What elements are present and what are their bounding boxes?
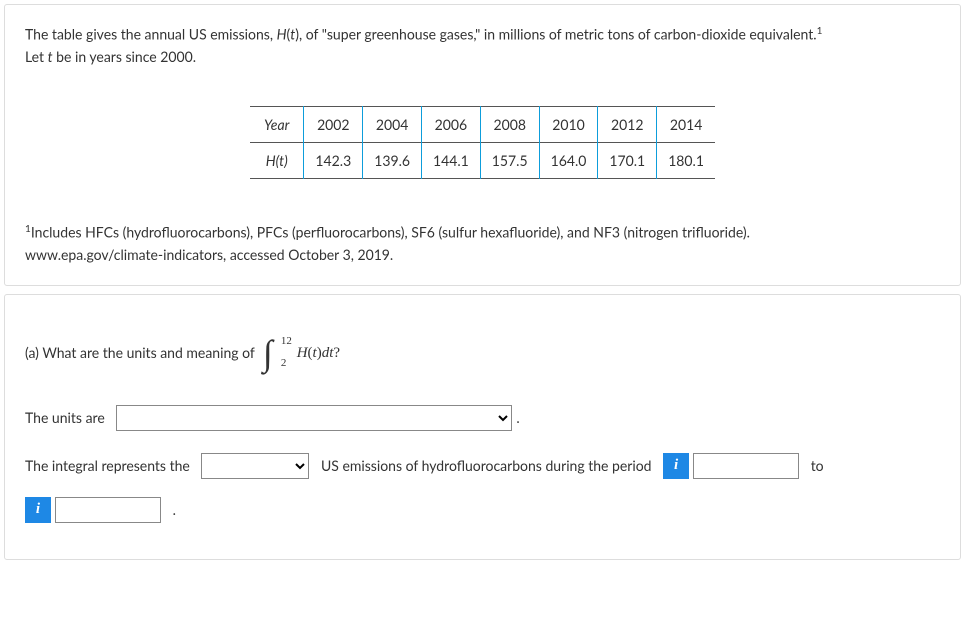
table-cell: 2006 bbox=[422, 107, 481, 143]
integral-icon: ∫ bbox=[263, 335, 273, 371]
table-cell: 2014 bbox=[657, 107, 715, 143]
table-cell: 2002 bbox=[304, 107, 363, 143]
meaning-row: The integral represents the US emissions… bbox=[25, 453, 940, 479]
question-a-row: (a) What are the units and meaning of ∫ … bbox=[25, 335, 940, 371]
meaning-row-2: i . bbox=[25, 497, 940, 523]
period-start-input[interactable] bbox=[693, 453, 799, 479]
integrand: H(t)dt? bbox=[297, 341, 340, 365]
meaning-period: . bbox=[173, 499, 176, 521]
intro-func: H bbox=[277, 26, 287, 43]
row-label-year: Year bbox=[250, 107, 304, 143]
question-card: (a) What are the units and meaning of ∫ … bbox=[4, 294, 961, 560]
info-icon[interactable]: i bbox=[663, 453, 689, 479]
data-table-wrap: Year 2002 2004 2006 2008 2010 2012 2014 … bbox=[25, 106, 940, 179]
table-cell: 157.5 bbox=[480, 143, 539, 179]
integral-upper: 12 bbox=[281, 333, 292, 351]
intro-text: The table gives the annual US emissions,… bbox=[25, 23, 940, 68]
table-cell: 142.3 bbox=[304, 143, 363, 179]
table-cell: 2008 bbox=[480, 107, 539, 143]
units-period: . bbox=[516, 407, 519, 429]
integral-expression: ∫ 12 2 H(t)dt? bbox=[263, 335, 340, 371]
table-cell: 2012 bbox=[598, 107, 657, 143]
question-a-label: (a) What are the units and meaning of bbox=[25, 342, 255, 364]
units-row: The units are . bbox=[25, 405, 940, 431]
table-cell: 2004 bbox=[363, 107, 422, 143]
intro-line2-b: be in years since 2000. bbox=[53, 48, 196, 65]
data-table: Year 2002 2004 2006 2008 2010 2012 2014 … bbox=[250, 106, 715, 179]
intro-sup: 1 bbox=[817, 25, 823, 37]
table-row: Year 2002 2004 2006 2008 2010 2012 2014 bbox=[250, 107, 715, 143]
units-label: The units are bbox=[25, 407, 105, 429]
table-row: H(t) 142.3 139.6 144.1 157.5 164.0 170.1… bbox=[250, 143, 715, 179]
intro-line1-a: The table gives the annual US emissions, bbox=[25, 26, 277, 43]
meaning-mid-text: US emissions of hydrofluorocarbons durin… bbox=[321, 455, 652, 477]
problem-statement-card: The table gives the annual US emissions,… bbox=[4, 4, 961, 286]
integral-lower: 2 bbox=[281, 355, 287, 373]
meaning-to: to bbox=[811, 455, 824, 477]
table-cell: 170.1 bbox=[598, 143, 657, 179]
table-cell: 139.6 bbox=[363, 143, 422, 179]
table-cell: 180.1 bbox=[657, 143, 715, 179]
intro-line2-a: Let bbox=[25, 48, 48, 65]
table-cell: 2010 bbox=[539, 107, 598, 143]
table-cell: 144.1 bbox=[422, 143, 481, 179]
meaning-label-a: The integral represents the bbox=[25, 455, 190, 477]
footnote-text1: Includes HFCs (hydrofluorocarbons), PFCs… bbox=[31, 224, 750, 241]
period-end-input[interactable] bbox=[55, 497, 161, 523]
intro-line1-b: , of "super greenhouse gases," in millio… bbox=[299, 26, 817, 43]
footnote: 1Includes HFCs (hydrofluorocarbons), PFC… bbox=[25, 221, 940, 266]
units-select[interactable] bbox=[116, 405, 512, 431]
meaning-select[interactable] bbox=[201, 453, 309, 479]
info-icon[interactable]: i bbox=[25, 497, 51, 523]
table-cell: 164.0 bbox=[539, 143, 598, 179]
row-label-ht: H(t) bbox=[250, 143, 304, 179]
footnote-text2: www.epa.gov/climate-indicators, accessed… bbox=[25, 246, 393, 263]
